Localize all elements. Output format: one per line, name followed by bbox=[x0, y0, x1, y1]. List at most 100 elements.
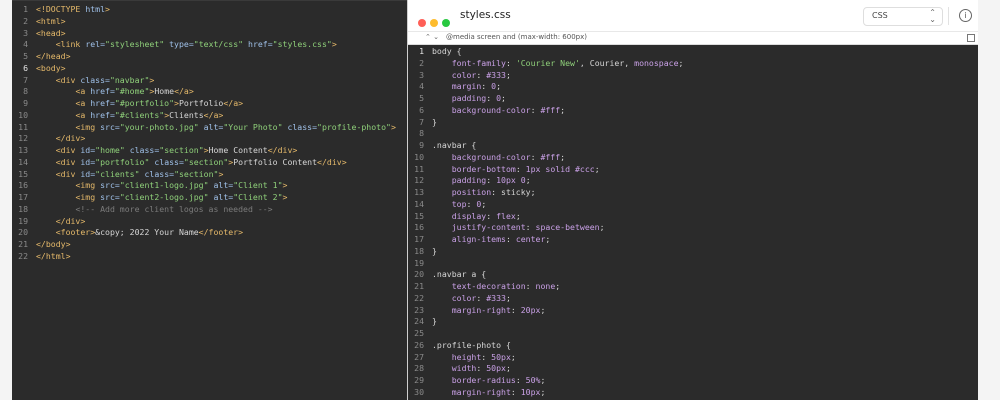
line-number: 16 bbox=[18, 180, 28, 191]
line-text: </html> bbox=[36, 250, 71, 261]
close-window-button[interactable] bbox=[418, 19, 426, 27]
line-number: 21 bbox=[414, 281, 424, 291]
line-text: display: flex; bbox=[451, 210, 521, 221]
css-code-line[interactable]: 12 padding: 10px 0; bbox=[408, 175, 979, 187]
html-code-line[interactable]: 1 <!DOCTYPE html> bbox=[12, 4, 407, 16]
line-text: <img src="your-photo.jpg" alt="Your Phot… bbox=[75, 121, 396, 132]
css-code-line[interactable]: 20 .navbar a { bbox=[408, 269, 979, 281]
css-code-line[interactable]: 18} bbox=[408, 246, 979, 258]
css-code-line[interactable]: 22 color: #333; bbox=[408, 293, 979, 305]
html-code-line[interactable]: 15 <div id="clients" class="section"> bbox=[12, 169, 407, 181]
css-code-line[interactable]: 26 .profile-photo { bbox=[408, 340, 979, 352]
html-code-area[interactable]: 1 <!DOCTYPE html> 2 <html> 3 <head> 4 <link re… bbox=[12, 4, 407, 263]
css-code-line[interactable]: 19 bbox=[408, 258, 979, 270]
line-number: 4 bbox=[23, 39, 28, 50]
html-code-line[interactable]: 8 <a href="#home">Home</a> bbox=[12, 86, 407, 98]
left-margin bbox=[0, 0, 12, 400]
css-code-line[interactable]: 21 text-decoration: none; bbox=[408, 281, 979, 293]
css-code-line[interactable]: 25 bbox=[408, 328, 979, 340]
line-text: </head> bbox=[36, 51, 71, 61]
line-text: <html> bbox=[36, 15, 66, 26]
panel-toggle-icon[interactable] bbox=[967, 34, 975, 42]
line-text: </body> bbox=[36, 239, 71, 249]
line-number: 2 bbox=[23, 15, 28, 26]
line-number: 19 bbox=[18, 215, 28, 226]
html-code-line[interactable]: 9 <a href="#portfolio">Portfolio</a> bbox=[12, 98, 407, 110]
media-query-bar: ⌃ ⌄ @media screen and (max-width: 600px) bbox=[408, 31, 979, 45]
css-code-line[interactable]: 10 background-color: #fff; bbox=[408, 152, 979, 164]
css-code-line[interactable]: 23 margin-right: 20px; bbox=[408, 305, 979, 317]
html-code-line[interactable]: 5 </head> bbox=[12, 51, 407, 63]
info-button[interactable]: i bbox=[959, 9, 972, 22]
collapse-arrows-icon[interactable]: ⌃ ⌄ bbox=[425, 32, 439, 43]
minimize-window-button[interactable] bbox=[430, 19, 438, 27]
html-code-line[interactable]: 16 <img src="client1-logo.jpg" alt="Clie… bbox=[12, 180, 407, 192]
css-code-line[interactable]: 15 display: flex; bbox=[408, 211, 979, 223]
css-code-line[interactable]: 8 bbox=[408, 128, 979, 140]
html-code-line[interactable]: 14 <div id="portfolio" class="section">P… bbox=[12, 157, 407, 169]
line-number: 11 bbox=[414, 163, 424, 174]
css-code-line[interactable]: 4 margin: 0; bbox=[408, 81, 979, 93]
line-number: 17 bbox=[414, 234, 424, 244]
html-code-line[interactable]: 4 <link rel="stylesheet" type="text/css"… bbox=[12, 39, 407, 51]
css-code-line[interactable]: 11 border-bottom: 1px solid #ccc; bbox=[408, 164, 979, 176]
zoom-window-button[interactable] bbox=[442, 19, 450, 27]
line-number: 5 bbox=[23, 51, 28, 61]
html-editor[interactable]: 1 <!DOCTYPE html> 2 <html> 3 <head> 4 <link re… bbox=[12, 0, 407, 400]
css-code-line[interactable]: 14 top: 0; bbox=[408, 199, 979, 211]
css-code-line[interactable]: 29 border-radius: 50%; bbox=[408, 375, 979, 387]
css-code-line[interactable]: 28 width: 50px; bbox=[408, 363, 979, 375]
line-number: 6 bbox=[23, 62, 28, 73]
line-text: } bbox=[432, 245, 437, 256]
line-text: color: #333; bbox=[451, 292, 511, 303]
html-code-line[interactable]: 20 <footer>&copy; 2022 Your Name</footer… bbox=[12, 227, 407, 239]
css-code-line[interactable]: 27 height: 50px; bbox=[408, 352, 979, 364]
css-code-line[interactable]: 1 body { bbox=[408, 46, 979, 58]
css-code-area[interactable]: 1 body {2 font-family: 'Courier New', Cou… bbox=[408, 46, 979, 399]
line-text: <img src="client1-logo.jpg" alt="Client … bbox=[75, 180, 288, 191]
line-number: 10 bbox=[18, 109, 28, 120]
css-code-line[interactable]: 2 font-family: 'Courier New', Courier, m… bbox=[408, 58, 979, 70]
html-code-line[interactable]: 17 <img src="client2-logo.jpg" alt="Clie… bbox=[12, 192, 407, 204]
css-code-line[interactable]: 13 position: sticky; bbox=[408, 187, 979, 199]
line-number: 15 bbox=[18, 168, 28, 179]
editor-divider bbox=[12, 0, 407, 1]
css-code-line[interactable]: 17 align-items: center; bbox=[408, 234, 979, 246]
language-select[interactable]: CSS ⌃ ⌄ bbox=[863, 7, 943, 26]
css-code-line[interactable]: 24} bbox=[408, 316, 979, 328]
html-code-line[interactable]: 13 <div id="home" class="section">Home C… bbox=[12, 145, 407, 157]
html-code-line[interactable]: 12 </div> bbox=[12, 133, 407, 145]
css-code-line[interactable]: 6 background-color: #fff; bbox=[408, 105, 979, 117]
html-code-line[interactable]: 2 <html> bbox=[12, 16, 407, 28]
html-code-line[interactable]: 22 </html> bbox=[12, 251, 407, 263]
toolbar-divider bbox=[948, 7, 949, 25]
traffic-lights bbox=[418, 12, 454, 31]
line-number: 28 bbox=[414, 363, 424, 374]
css-code-line[interactable]: 7} bbox=[408, 117, 979, 129]
line-text: background-color: #fff; bbox=[451, 151, 566, 162]
html-code-line[interactable]: 3 <head> bbox=[12, 28, 407, 40]
line-text: width: 50px; bbox=[451, 363, 511, 374]
line-text: .navbar { bbox=[432, 140, 477, 150]
right-margin bbox=[978, 0, 1000, 400]
css-code-line[interactable]: 9 .navbar { bbox=[408, 140, 979, 152]
line-number: 21 bbox=[18, 239, 28, 249]
css-file-window[interactable]: styles.css CSS ⌃ ⌄ i ⌃ ⌄ @media screen an… bbox=[407, 0, 979, 400]
line-text: <div id="home" class="section">Home Cont… bbox=[55, 145, 298, 155]
html-code-line[interactable]: 19 </div> bbox=[12, 216, 407, 228]
css-code-line[interactable]: 3 color: #333; bbox=[408, 70, 979, 82]
line-text: <head> bbox=[36, 27, 66, 38]
html-code-line[interactable]: 6 <body> bbox=[12, 63, 407, 75]
html-code-line[interactable]: 21 </body> bbox=[12, 239, 407, 251]
line-text: .navbar a { bbox=[432, 269, 487, 280]
html-code-line[interactable]: 7 <div class="navbar"> bbox=[12, 75, 407, 87]
html-code-line[interactable]: 10 <a href="#clients">Clients</a> bbox=[12, 110, 407, 122]
css-code-line[interactable]: 30 margin-right: 10px; bbox=[408, 387, 979, 399]
line-number: 18 bbox=[18, 203, 28, 214]
html-code-line[interactable]: 18 <!-- Add more client logos as needed … bbox=[12, 204, 407, 216]
line-number: 23 bbox=[414, 304, 424, 315]
css-code-line[interactable]: 5 padding: 0; bbox=[408, 93, 979, 105]
css-code-line[interactable]: 16 justify-content: space-between; bbox=[408, 222, 979, 234]
html-code-line[interactable]: 11 <img src="your-photo.jpg" alt="Your P… bbox=[12, 122, 407, 134]
line-text: <a href="#home">Home</a> bbox=[75, 86, 194, 97]
